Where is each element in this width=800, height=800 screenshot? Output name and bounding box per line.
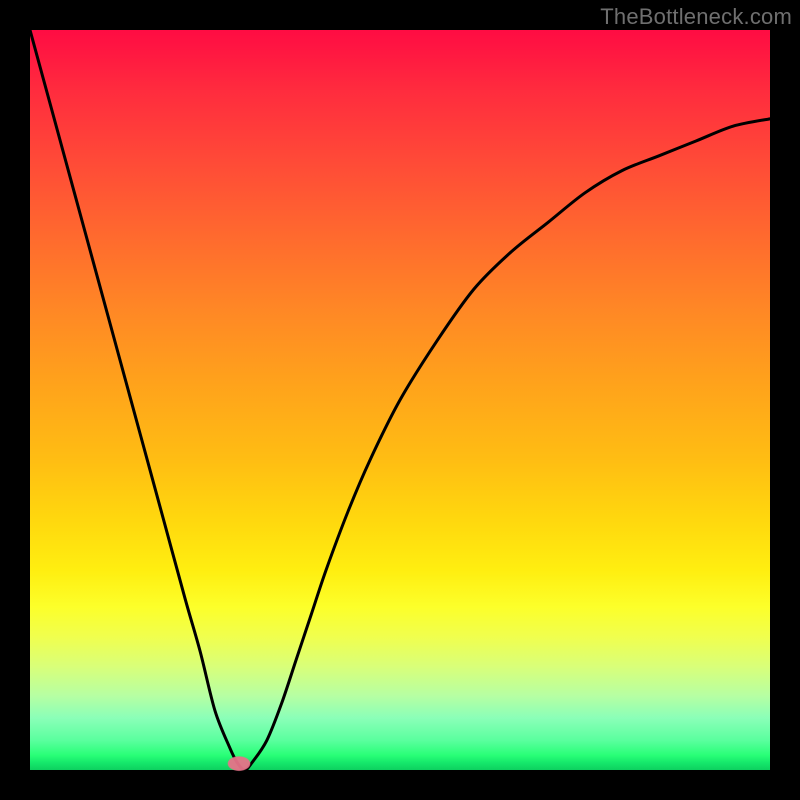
bottleneck-curve — [30, 30, 770, 770]
chart-frame: TheBottleneck.com — [0, 0, 800, 800]
plot-area — [30, 30, 770, 770]
watermark-text: TheBottleneck.com — [600, 4, 792, 30]
curve-svg — [30, 30, 770, 770]
optimal-point-marker — [228, 756, 250, 770]
